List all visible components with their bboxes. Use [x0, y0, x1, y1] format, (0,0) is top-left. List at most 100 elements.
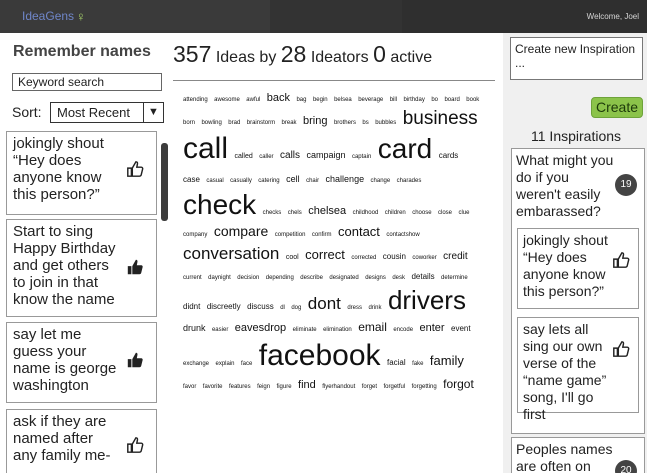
cloud-word[interactable]: belsea	[334, 97, 352, 103]
cloud-word[interactable]: close	[438, 210, 452, 216]
cloud-word[interactable]: compare	[214, 223, 268, 239]
cloud-word[interactable]: captain	[352, 154, 371, 160]
cloud-word[interactable]: correct	[305, 247, 345, 262]
cloud-word[interactable]: contact	[338, 224, 380, 239]
thumbs-up-outline-icon[interactable]	[612, 251, 630, 269]
cloud-word[interactable]: describe	[300, 275, 323, 281]
cloud-word[interactable]: drivers	[388, 285, 466, 316]
create-inspiration-input[interactable]: Create new Inspiration ...	[510, 37, 643, 80]
inspiration-card[interactable]: What might you do if you weren't easily …	[511, 148, 645, 434]
sort-select[interactable]: Most Recent ▼	[50, 102, 164, 123]
cloud-word[interactable]: confirm	[312, 232, 332, 238]
cloud-word[interactable]: details	[411, 272, 434, 281]
cloud-word[interactable]: company	[183, 232, 207, 238]
cloud-word[interactable]: cards	[439, 151, 459, 160]
cloud-word[interactable]: drunk	[183, 323, 206, 333]
cloud-word[interactable]: didnt	[183, 302, 200, 311]
cloud-word[interactable]: charades	[397, 178, 422, 184]
cloud-word[interactable]: decision	[237, 275, 259, 281]
cloud-word[interactable]: figure	[277, 384, 292, 390]
cloud-word[interactable]: back	[267, 92, 290, 104]
cloud-word[interactable]: favorite	[203, 384, 223, 390]
cloud-word[interactable]: face	[241, 361, 252, 367]
cloud-word[interactable]: competition	[275, 232, 306, 238]
cloud-word[interactable]: cool	[286, 254, 299, 261]
cloud-word[interactable]: drink	[368, 305, 381, 311]
cloud-word[interactable]: bill	[390, 97, 397, 103]
cloud-word[interactable]: enter	[419, 322, 444, 334]
cloud-word[interactable]: chelsea	[308, 205, 346, 217]
cloud-word[interactable]: family	[430, 353, 464, 368]
cloud-word[interactable]: chels	[288, 210, 302, 216]
cloud-word[interactable]: forget	[362, 384, 377, 390]
cloud-word[interactable]: features	[229, 384, 251, 390]
cloud-word[interactable]: eavesdrop	[235, 322, 286, 334]
cloud-word[interactable]: birthday	[404, 97, 425, 103]
cloud-word[interactable]: calls	[280, 150, 300, 161]
cloud-word[interactable]: check	[183, 189, 256, 220]
keyword-search-input[interactable]: Keyword search	[12, 73, 162, 91]
cloud-word[interactable]: begin	[313, 97, 328, 103]
cloud-word[interactable]: clue	[458, 210, 469, 216]
thumbs-up-filled-icon[interactable]	[126, 258, 144, 276]
cloud-word[interactable]: card	[378, 133, 432, 164]
cloud-word[interactable]: children	[385, 210, 406, 216]
cloud-word[interactable]: dl	[280, 305, 285, 311]
cloud-word[interactable]: email	[358, 320, 387, 334]
cloud-word[interactable]: designs	[365, 275, 386, 281]
cloud-word[interactable]: coworker	[412, 255, 436, 261]
cloud-word[interactable]: change	[371, 178, 391, 184]
cloud-word[interactable]: facial	[387, 358, 406, 367]
cloud-word[interactable]: designated	[329, 275, 358, 281]
cloud-word[interactable]: campaign	[306, 150, 345, 160]
inspiration-card[interactable]: Peoples names are often on 20	[511, 437, 645, 473]
dropdown-arrow-icon[interactable]: ▼	[143, 103, 163, 122]
cloud-word[interactable]: facebook	[259, 339, 381, 372]
thumbs-up-outline-icon[interactable]	[612, 340, 630, 358]
cloud-word[interactable]: explain	[215, 361, 234, 367]
cloud-word[interactable]: bubbles	[375, 120, 396, 126]
cloud-word[interactable]: break	[282, 120, 297, 126]
thumbs-up-filled-icon[interactable]	[126, 351, 144, 369]
cloud-word[interactable]: business	[403, 108, 478, 129]
cloud-word[interactable]: depending	[266, 275, 294, 281]
cloud-word[interactable]: elimination	[323, 327, 352, 333]
cloud-word[interactable]: case	[183, 175, 200, 184]
cloud-word[interactable]: dont	[308, 294, 341, 313]
cloud-word[interactable]: contactshow	[386, 232, 419, 238]
cloud-word[interactable]: casually	[230, 178, 252, 184]
cloud-word[interactable]: forgetting	[412, 384, 437, 390]
cloud-word[interactable]: brothers	[334, 120, 356, 126]
cloud-word[interactable]: current	[183, 275, 202, 281]
cloud-word[interactable]: born	[183, 120, 195, 126]
cloud-word[interactable]: daynight	[208, 275, 231, 281]
cloud-word[interactable]: childhood	[353, 210, 379, 216]
cloud-word[interactable]: feign	[257, 384, 270, 390]
scrollbar[interactable]	[161, 143, 168, 221]
cloud-word[interactable]: bag	[296, 97, 306, 103]
cloud-word[interactable]: easier	[212, 327, 228, 333]
cloud-word[interactable]: discuss	[247, 302, 274, 311]
cloud-word[interactable]: call	[183, 132, 228, 165]
cloud-word[interactable]: chair	[306, 178, 319, 184]
idea-card[interactable]: jokingly shout “Hey does anyone know thi…	[6, 131, 157, 215]
cloud-word[interactable]: book	[466, 97, 479, 103]
cloud-word[interactable]: choose	[412, 210, 431, 216]
cloud-word[interactable]: favor	[183, 384, 196, 390]
cloud-word[interactable]: exchange	[183, 361, 209, 367]
cloud-word[interactable]: flyerhandout	[322, 384, 355, 390]
cloud-word[interactable]: called	[234, 153, 252, 160]
cloud-word[interactable]: forgetful	[384, 384, 406, 390]
cloud-word[interactable]: checks	[263, 210, 282, 216]
cloud-word[interactable]: determine	[441, 275, 468, 281]
inspiration-idea-card[interactable]: say lets all sing our own verse of the “…	[517, 317, 639, 422]
cloud-word[interactable]: attending	[183, 97, 208, 103]
cloud-word[interactable]: catering	[258, 178, 279, 184]
cloud-word[interactable]: credit	[443, 251, 467, 262]
cloud-word[interactable]: board	[444, 97, 459, 103]
idea-card[interactable]: say let me guess your name is george was…	[6, 322, 157, 403]
cloud-word[interactable]: desk	[392, 275, 405, 281]
idea-card[interactable]: Start to sing Happy Birthday and get oth…	[6, 219, 157, 317]
thumbs-up-outline-icon[interactable]	[126, 160, 144, 178]
cloud-word[interactable]: fake	[412, 361, 423, 367]
